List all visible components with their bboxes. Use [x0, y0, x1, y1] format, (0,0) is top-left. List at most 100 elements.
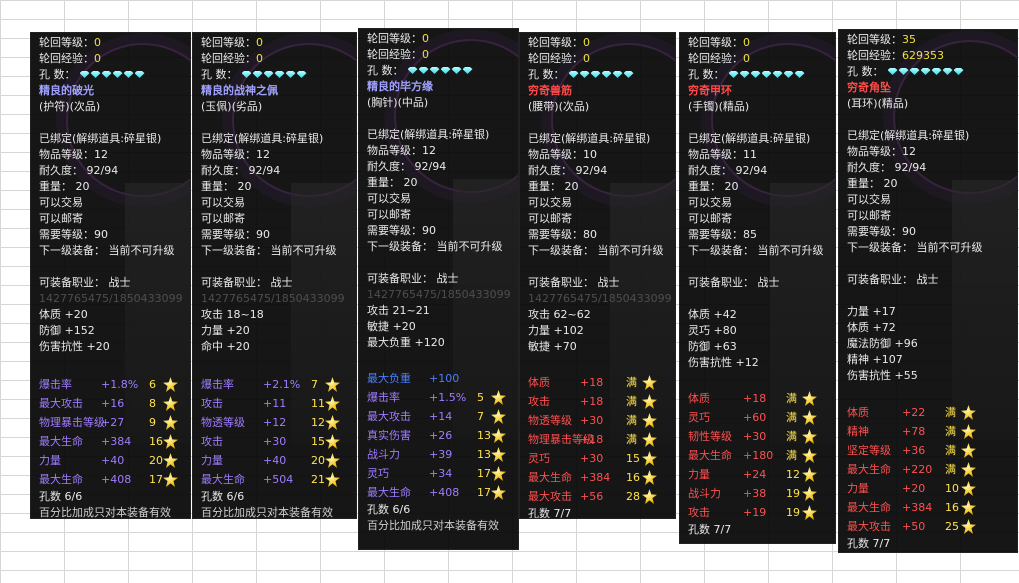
special-stat-count: 满	[786, 392, 797, 405]
rebirth-exp-value: 0	[422, 48, 429, 61]
star-icon	[325, 396, 340, 411]
special-stat-row: 坚定等级 +36 满	[847, 441, 1013, 460]
star-icon	[802, 486, 817, 501]
item-item-level: 物品等级：11	[688, 148, 757, 161]
special-stat-row: 物透等级 +30 满	[528, 411, 671, 430]
holes-label: 孔 数：	[847, 65, 884, 78]
special-stat-count: 17	[477, 467, 491, 480]
special-stat-value: +11	[263, 397, 287, 410]
special-stat-row: 最大生命 +384 16	[528, 468, 671, 487]
star-icon	[961, 462, 976, 477]
special-stat-label: 韧性等级	[688, 430, 732, 443]
special-stat-count: 13	[477, 429, 491, 442]
special-stat-value: +30	[580, 414, 604, 427]
holes-count: 孔数 7/7	[847, 537, 891, 550]
diamond-gem-icon	[568, 71, 579, 78]
rebirth-exp-label: 轮回经验：	[39, 52, 94, 65]
diamond-gem-icon	[101, 71, 112, 78]
base-stat: 体质 +42	[688, 308, 737, 321]
special-stat-row: 战斗力 +38 19	[688, 484, 831, 503]
star-icon	[491, 428, 506, 443]
special-stat-value: +50	[902, 520, 926, 533]
special-stat-row: 最大攻击 +50 25	[847, 517, 1013, 536]
star-icon	[642, 470, 657, 485]
base-stat: 防御 +152	[39, 324, 95, 337]
rebirth-level-value: 35	[902, 33, 916, 46]
special-stat-row: 力量 +24 12	[688, 465, 831, 484]
special-stat-row: 最大攻击 +56 28	[528, 487, 671, 506]
star-icon	[642, 432, 657, 447]
special-stat-row: 战斗力 +39 13	[367, 445, 514, 464]
special-stat-value: +384	[101, 435, 132, 448]
item-req-level: 需要等级：90	[201, 228, 270, 241]
diamond-gem-icon	[590, 71, 601, 78]
special-stat-row: 最大攻击 +16 8	[39, 394, 186, 413]
special-stat-value: +78	[902, 425, 926, 438]
diamond-gem-icon	[601, 71, 612, 78]
special-stat-row: 体质 +22 满	[847, 403, 1013, 422]
rebirth-exp-value: 629353	[902, 49, 944, 62]
special-stat-value: +408	[429, 486, 460, 499]
diamond-gem-icon	[462, 67, 473, 74]
special-stat-row: 最大生命 +220 满	[847, 460, 1013, 479]
diamond-gem-icon	[252, 71, 263, 78]
item-job: 可装备职业： 战士	[688, 276, 780, 289]
rebirth-exp-row: 轮回经验：0	[688, 51, 827, 67]
item-type: (胸针)(中品)	[367, 96, 429, 109]
special-stat-value: +34	[429, 467, 453, 480]
diamond-gem-icon	[418, 67, 429, 74]
special-stat-count: 满	[626, 376, 637, 389]
special-stat-label: 最大生命	[528, 471, 572, 484]
special-stat-row: 最大生命 +180 满	[688, 446, 831, 465]
gem-icons	[568, 67, 635, 83]
item-name: 穷奇甲环	[688, 84, 732, 97]
star-icon	[491, 466, 506, 481]
base-stat: 敏捷 +70	[528, 340, 577, 353]
special-stat-count: 满	[626, 414, 637, 427]
special-stat-value: +14	[429, 410, 453, 423]
special-stat-label: 战斗力	[688, 487, 721, 500]
special-stat-count: 7	[477, 410, 484, 423]
holes-count: 孔数 6/6	[201, 490, 245, 503]
star-icon	[163, 453, 178, 468]
item-req-level: 需要等级：90	[367, 224, 436, 237]
star-icon	[325, 453, 340, 468]
special-stat-count: 17	[477, 486, 491, 499]
rebirth-level-row: 轮回等级：0	[688, 35, 827, 51]
diamond-gem-icon	[612, 71, 623, 78]
item-next-equip: 下一级装备： 当前不可升级	[688, 244, 824, 257]
item-job: 可装备职业： 战士	[201, 276, 293, 289]
special-stat-count: 满	[945, 406, 956, 419]
gem-icons	[241, 67, 308, 83]
special-stat-value: +30	[580, 452, 604, 465]
diamond-gem-icon	[887, 68, 898, 75]
diamond-gem-icon	[783, 71, 794, 78]
base-stat: 精神 +107	[847, 353, 903, 366]
star-icon	[802, 505, 817, 520]
item-name: 穷奇兽筋	[528, 84, 572, 97]
diamond-gem-icon	[909, 68, 920, 75]
special-stat-count: 满	[786, 411, 797, 424]
special-stat-label: 体质	[528, 376, 550, 389]
holes-label: 孔 数：	[367, 64, 404, 77]
special-stat-label: 最大生命	[39, 435, 83, 448]
special-stat-value: +18	[580, 433, 604, 446]
special-stat-label: 精神	[847, 425, 869, 438]
star-icon	[491, 447, 506, 462]
rebirth-level-value: 0	[583, 36, 590, 49]
special-stat-label: 最大生命	[688, 449, 732, 462]
item-weight: 重量： 20	[201, 180, 252, 193]
star-icon	[802, 391, 817, 406]
item-next-equip: 下一级装备： 当前不可升级	[367, 240, 503, 253]
diamond-gem-icon	[241, 71, 252, 78]
holes-label: 孔 数：	[528, 68, 565, 81]
footer-note: 百分比加成只对本装备有效	[367, 519, 499, 532]
item-name: 精良的破光	[39, 84, 94, 97]
special-stat-row: 灵巧 +30 15	[528, 449, 671, 468]
item-weight: 重量： 20	[528, 180, 579, 193]
special-stat-label: 战斗力	[367, 448, 400, 461]
